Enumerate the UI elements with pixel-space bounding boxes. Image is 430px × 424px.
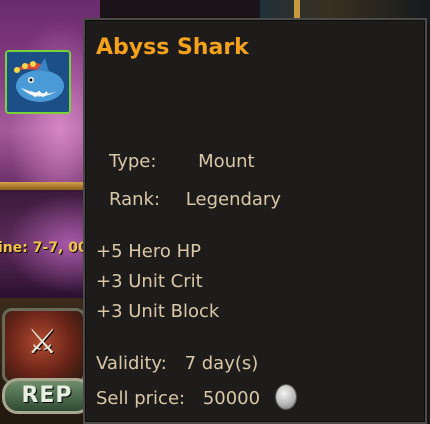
item-name: Abyss Shark xyxy=(96,35,249,60)
rank-row: Rank: Legendary xyxy=(109,189,281,210)
item-slot[interactable] xyxy=(5,50,71,114)
stat-line: +3 Unit Crit xyxy=(96,271,203,292)
stat-line: +3 Unit Block xyxy=(96,301,220,322)
rep-button[interactable]: REP xyxy=(2,378,92,414)
type-row: Type: Mount xyxy=(109,151,255,172)
rank-value: Legendary xyxy=(185,189,281,210)
line-info-text: ine: 7-7, 00 xyxy=(0,240,88,256)
sell-price-label: Sell price: xyxy=(96,388,186,409)
type-label: Type: xyxy=(109,151,157,172)
sell-price-value: 50000 xyxy=(202,388,261,409)
validity-label: Validity: xyxy=(96,353,167,374)
type-value: Mount xyxy=(198,151,255,172)
stat-line: +5 Hero HP xyxy=(96,241,201,262)
silver-coin-icon xyxy=(275,385,296,409)
item-tooltip: Abyss Shark Type: Mount Rank: Legendary … xyxy=(83,18,427,424)
crossed-swords-shield-icon: ⚔ xyxy=(27,322,58,362)
abyss-shark-icon xyxy=(7,52,69,112)
validity-value: 7 day(s) xyxy=(184,353,259,374)
guild-shield-button[interactable]: ⚔ xyxy=(2,308,86,384)
rank-label: Rank: xyxy=(109,189,161,210)
sell-price-row: Sell price: 50000 xyxy=(96,385,296,411)
validity-row: Validity: 7 day(s) xyxy=(96,353,258,374)
